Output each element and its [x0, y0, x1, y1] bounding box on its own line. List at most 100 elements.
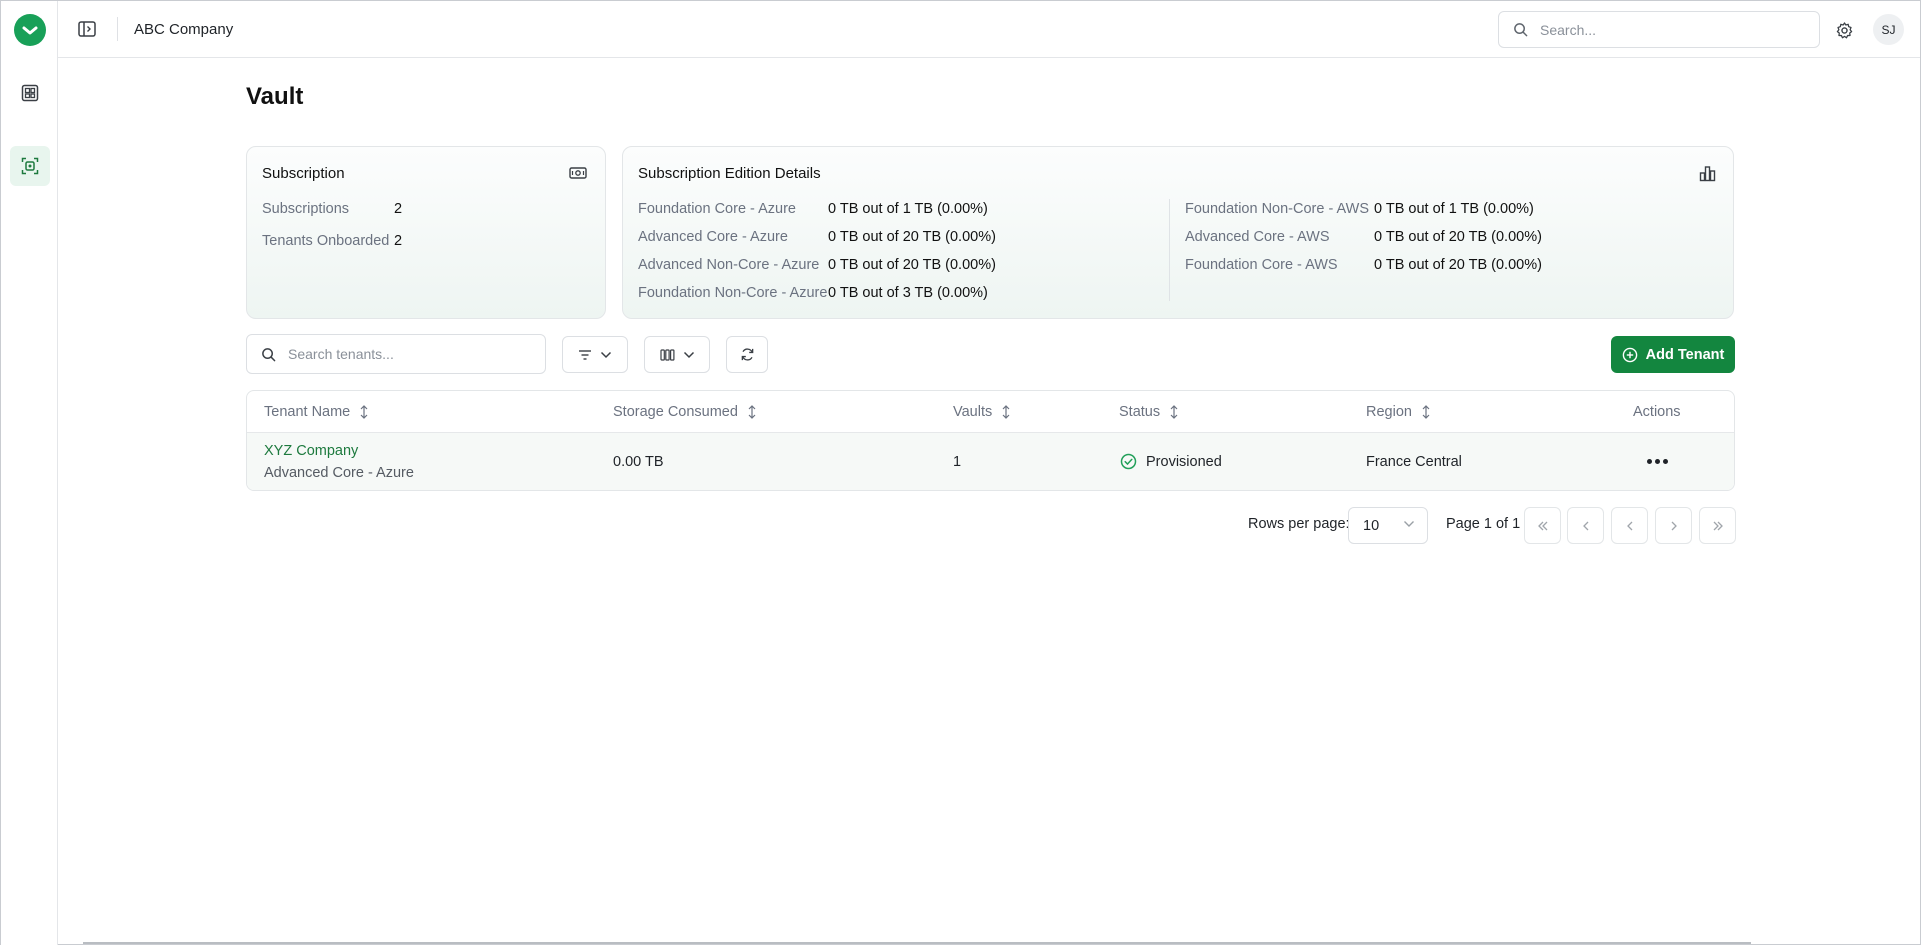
tenant-search[interactable]	[246, 334, 546, 374]
column-label: Status	[1119, 404, 1161, 420]
company-name: ABC Company	[134, 21, 234, 38]
search-icon	[1514, 23, 1528, 37]
column-header-status[interactable]: Status	[1119, 404, 1178, 420]
rows-per-page-label: Rows per page:	[1248, 516, 1350, 532]
subscriptions-value: 2	[394, 201, 403, 217]
chevrons-left-icon	[1537, 521, 1547, 530]
edition-details-card: Subscription Edition Details Foundation …	[622, 146, 1734, 319]
columns-icon	[659, 348, 675, 361]
column-label: Vaults	[953, 404, 993, 420]
edition-label: Foundation Core - Azure	[638, 201, 796, 217]
next-page-button[interactable]	[1655, 507, 1692, 544]
sort-icon	[1002, 405, 1010, 419]
last-page-button[interactable]	[1699, 507, 1736, 544]
edition-value: 0 TB out of 1 TB (0.00%)	[828, 201, 988, 217]
status-badge: Provisioned	[1120, 453, 1222, 470]
edition-value: 0 TB out of 3 TB (0.00%)	[828, 285, 988, 301]
page-title: Vault	[246, 83, 304, 110]
rows-per-page-value: 10	[1363, 517, 1380, 534]
subscription-card: Subscription Subscriptions 2 Tenants Onb…	[246, 146, 606, 319]
column-header-tenant-name[interactable]: Tenant Name	[264, 404, 368, 420]
column-header-vaults[interactable]: Vaults	[953, 404, 1010, 420]
checkmark-logo-icon	[22, 26, 38, 35]
subscription-card-title: Subscription	[262, 165, 345, 182]
more-dot-icon	[1654, 458, 1660, 464]
filter-icon	[579, 349, 591, 360]
column-label: Actions	[1633, 404, 1681, 420]
edition-label: Foundation Non-Core - AWS	[1185, 201, 1370, 217]
sort-icon	[1422, 405, 1430, 419]
more-dot-icon	[1662, 458, 1668, 464]
previous-page-button[interactable]	[1567, 507, 1604, 544]
row-actions-button[interactable]	[1645, 453, 1669, 469]
search-icon	[262, 347, 276, 361]
dashboard-icon	[21, 84, 39, 102]
settings-button[interactable]	[1833, 19, 1855, 41]
chevron-down-icon	[1404, 521, 1414, 527]
plus-circle-icon	[1622, 347, 1637, 362]
tenants-onboarded-value: 2	[394, 233, 403, 249]
edition-value: 0 TB out of 20 TB (0.00%)	[1374, 229, 1542, 245]
chevrons-right-icon	[1713, 521, 1723, 530]
refresh-button[interactable]	[726, 336, 768, 373]
tenant-edition: Advanced Core - Azure	[264, 465, 414, 481]
tenants-onboarded-label: Tenants Onboarded	[262, 233, 390, 249]
check-circle-icon	[1120, 453, 1137, 470]
previous-page-button[interactable]	[1611, 507, 1648, 544]
status-label: Provisioned	[1146, 453, 1222, 470]
edition-label: Advanced Core - AWS	[1185, 229, 1330, 245]
table-row[interactable]: XYZ Company Advanced Core - Azure 0.00 T…	[247, 433, 1734, 490]
sidebar-item-dashboard[interactable]	[10, 73, 50, 113]
global-search-input[interactable]	[1540, 21, 1800, 38]
tenants-table: Tenant Name Storage Consumed Vaults Stat…	[246, 390, 1735, 491]
rows-per-page-select[interactable]: 10	[1348, 507, 1428, 544]
user-avatar[interactable]: SJ	[1873, 14, 1904, 45]
sidebar-item-vault[interactable]	[10, 146, 50, 186]
chevron-right-icon	[1671, 521, 1677, 530]
vaults-count: 1	[953, 454, 962, 470]
edition-value: 0 TB out of 1 TB (0.00%)	[1374, 201, 1534, 217]
column-label: Region	[1366, 404, 1412, 420]
edition-label: Foundation Non-Core - Azure	[638, 285, 828, 301]
sort-icon	[360, 405, 368, 419]
tenant-search-input[interactable]	[288, 346, 528, 362]
edition-label: Advanced Non-Core - Azure	[638, 257, 820, 273]
horizontal-scrollbar[interactable]	[83, 942, 1751, 944]
top-bar: ABC Company SJ	[58, 1, 1920, 58]
column-label: Storage Consumed	[613, 404, 738, 420]
storage-consumed: 0.00 TB	[613, 454, 664, 470]
bar-chart-icon	[1697, 163, 1717, 183]
edition-label: Advanced Core - Azure	[638, 229, 788, 245]
chevron-left-icon	[1626, 521, 1632, 530]
tenant-name-link[interactable]: XYZ Company	[264, 443, 358, 459]
sort-icon	[1170, 405, 1178, 419]
add-tenant-button[interactable]: Add Tenant	[1611, 336, 1735, 373]
sidebar-toggle-button[interactable]	[76, 18, 98, 40]
add-tenant-label: Add Tenant	[1645, 346, 1725, 363]
global-search[interactable]	[1498, 11, 1820, 48]
columns-button[interactable]	[644, 336, 710, 373]
divider	[1169, 199, 1170, 301]
chevron-left-icon	[1582, 521, 1588, 530]
edition-value: 0 TB out of 20 TB (0.00%)	[828, 257, 996, 273]
refresh-icon	[741, 348, 753, 361]
edition-card-title: Subscription Edition Details	[638, 165, 821, 182]
sidebar	[1, 1, 58, 945]
gear-icon	[1836, 21, 1852, 38]
page-info: Page 1 of 1	[1446, 516, 1521, 532]
sort-icon	[748, 405, 756, 419]
column-header-actions: Actions	[1633, 404, 1681, 420]
column-header-region[interactable]: Region	[1366, 404, 1430, 420]
app-logo[interactable]	[14, 14, 46, 46]
first-page-button[interactable]	[1524, 507, 1561, 544]
filter-button[interactable]	[562, 336, 628, 373]
edition-value: 0 TB out of 20 TB (0.00%)	[1374, 257, 1542, 273]
edition-value: 0 TB out of 20 TB (0.00%)	[828, 229, 996, 245]
region: France Central	[1366, 454, 1462, 470]
edition-label: Foundation Core - AWS	[1185, 257, 1338, 273]
column-header-storage[interactable]: Storage Consumed	[613, 404, 756, 420]
money-icon	[568, 163, 588, 183]
vault-icon	[21, 157, 39, 175]
more-dot-icon	[1646, 458, 1652, 464]
table-header: Tenant Name Storage Consumed Vaults Stat…	[247, 391, 1734, 433]
